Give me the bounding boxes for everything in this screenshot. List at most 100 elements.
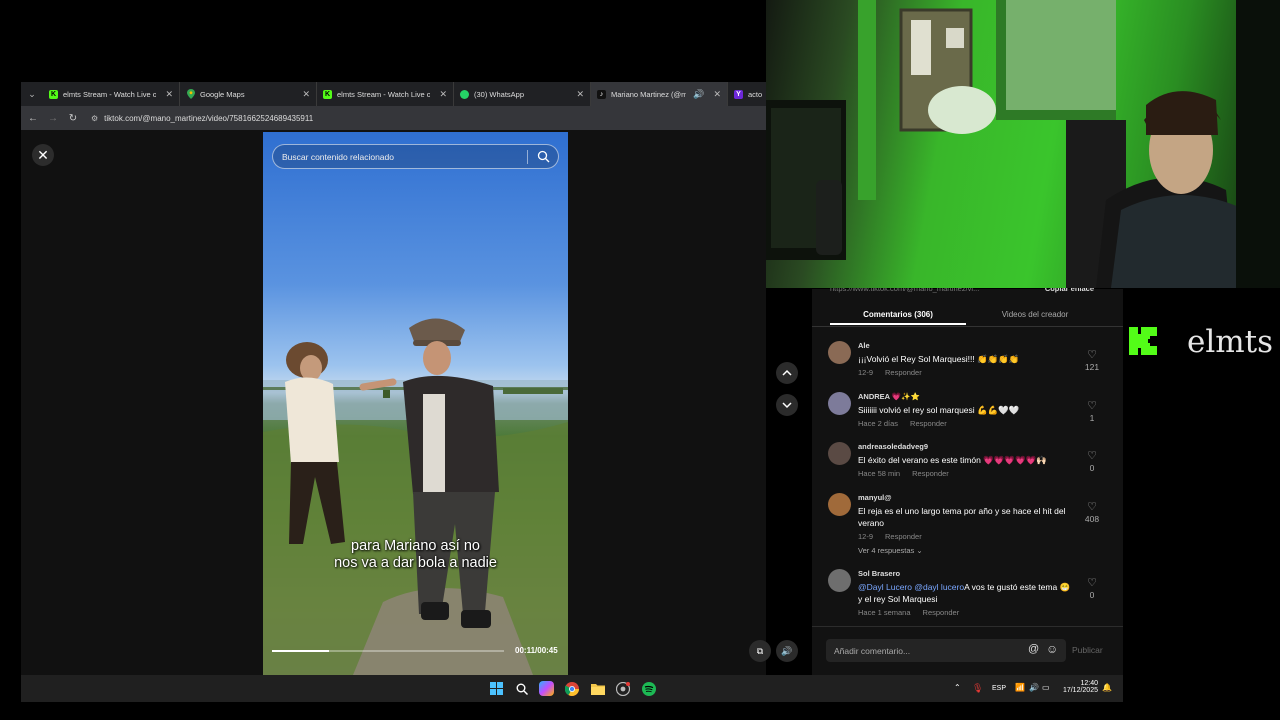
clock-time: 12:40	[1080, 680, 1098, 687]
comment-username[interactable]: Ale	[858, 341, 1073, 350]
video-player[interactable]	[263, 132, 568, 675]
wifi-icon[interactable]: 📶	[1015, 683, 1025, 692]
tab-elmts-stream-1[interactable]: K elmts Stream - Watch Live on K ✕	[43, 82, 180, 106]
whatsapp-favicon-icon	[460, 89, 469, 99]
tab-close-icon[interactable]: ✕	[439, 89, 447, 100]
avatar[interactable]	[828, 569, 851, 592]
like-count: 1	[1089, 413, 1095, 423]
tab-comments[interactable]: Comentarios (306)	[830, 305, 966, 325]
search-divider	[527, 150, 528, 164]
tab-close-icon[interactable]: ✕	[576, 89, 584, 100]
tab-close-icon[interactable]: ✕	[713, 89, 721, 100]
avatar[interactable]	[828, 392, 851, 415]
chevron-up-icon	[782, 369, 792, 376]
like-button[interactable]: ♡ 408	[1080, 502, 1104, 525]
emoji-icon[interactable]: ☺	[1046, 642, 1058, 656]
close-video-button[interactable]: ✕	[32, 144, 54, 166]
avatar[interactable]	[828, 442, 851, 465]
search-placeholder: Buscar contenido relacionado	[282, 151, 394, 162]
view-replies-link[interactable]: Ver 4 respuestas ⌄	[858, 546, 1073, 555]
next-video-button[interactable]	[776, 394, 798, 416]
reload-icon[interactable]: ↻	[63, 113, 83, 124]
notification-icon[interactable]: 🔔	[1102, 683, 1112, 692]
pip-icon: ⧉	[756, 645, 764, 656]
chevron-up-tray-icon[interactable]: ⌃	[954, 683, 961, 692]
search-icon[interactable]	[537, 150, 550, 165]
tab-actor[interactable]: Y actor a	[728, 82, 766, 106]
volume-icon: 🔊	[781, 645, 793, 656]
tab-google-maps[interactable]: Google Maps ✕	[180, 82, 317, 106]
avatar[interactable]	[828, 341, 851, 364]
copilot-icon[interactable]	[539, 681, 554, 696]
like-button[interactable]: ♡ 1	[1080, 401, 1104, 424]
picture-in-picture-button[interactable]: ⧉	[749, 640, 771, 662]
publish-button[interactable]: Publicar	[1072, 645, 1103, 655]
spotify-icon[interactable]	[641, 681, 656, 696]
video-progress-bar[interactable]	[272, 650, 504, 652]
comment-username[interactable]: ANDREA 💗✨⭐	[858, 392, 1073, 401]
chevron-down-icon	[782, 402, 792, 409]
volume-button[interactable]: 🔊	[776, 640, 798, 662]
avatar[interactable]	[828, 493, 851, 516]
like-count: 121	[1084, 362, 1100, 372]
url-field[interactable]: ⚙ tiktok.com/@mano_martinez/video/758166…	[91, 114, 313, 123]
video-subtitle: para Mariano así no nos va a dar bola a …	[263, 538, 568, 572]
file-explorer-icon[interactable]	[590, 681, 605, 696]
back-arrow-icon[interactable]: ←	[23, 113, 43, 124]
tab-creator-videos[interactable]: Videos del creador	[970, 305, 1100, 319]
comment-time: Hace 1 semana	[858, 608, 911, 617]
tab-close-icon[interactable]: ✕	[302, 89, 310, 100]
comment-time: Hace 2 días	[858, 419, 899, 428]
mention-icon[interactable]: @	[1028, 643, 1039, 655]
tab-whatsapp[interactable]: (30) WhatsApp ✕	[454, 82, 591, 106]
video-timecode: 00:11/00:45	[515, 646, 558, 655]
reply-button[interactable]: Responder	[912, 469, 949, 478]
chrome-alt-icon[interactable]	[615, 681, 630, 696]
tabs-divider	[812, 326, 1123, 327]
search-taskbar-icon[interactable]	[514, 681, 529, 696]
chrome-icon[interactable]	[564, 681, 579, 696]
forward-arrow-icon[interactable]: →	[43, 113, 63, 124]
microphone-icon[interactable]: 🎙	[972, 683, 983, 694]
comment-username[interactable]: Sol Brasero	[858, 569, 1073, 578]
comment-input-placeholder: Añadir comentario...	[834, 645, 911, 656]
comment-mention[interactable]: @Dayl Lucero @dayl lucero	[858, 582, 964, 592]
clock[interactable]: 12:40 17/12/2025	[1060, 680, 1098, 694]
webcam-scene	[766, 0, 1280, 288]
like-button[interactable]: ♡ 0	[1080, 578, 1104, 601]
kick-favicon-icon: K	[323, 89, 332, 99]
site-info-icon[interactable]: ⚙	[91, 114, 98, 123]
comment-username[interactable]: andreasoledadveg9	[858, 442, 1073, 451]
windows-start-icon[interactable]	[489, 681, 504, 696]
tab-tiktok-mariano[interactable]: ♪ Mariano Martinez (@mano 🔊 ✕	[591, 82, 728, 106]
tab-elmts-stream-2[interactable]: K elmts Stream - Watch Live on K ✕	[317, 82, 454, 106]
comment-text: El éxito del verano es este timón 💗💗💗💗💗🙌…	[858, 455, 1047, 465]
related-content-search[interactable]: Buscar contenido relacionado	[272, 144, 559, 169]
url-text[interactable]: tiktok.com/@mano_martinez/video/75816625…	[104, 114, 313, 123]
address-bar: ← → ↻ ⚙ tiktok.com/@mano_martinez/video/…	[21, 106, 766, 130]
tab-title: elmts Stream - Watch Live on K	[63, 89, 156, 99]
language-indicator[interactable]: ESP	[992, 685, 1006, 692]
heart-icon: ♡	[1087, 450, 1097, 462]
reply-button[interactable]: Responder	[923, 608, 960, 617]
comment-text: @Dayl Lucero @dayl luceroA vos te gustó …	[858, 581, 1073, 605]
volume-tray-icon[interactable]: 🔊	[1029, 683, 1039, 692]
heart-icon: ♡	[1087, 349, 1097, 361]
comment-username[interactable]: manyul@	[858, 493, 1073, 502]
like-count: 0	[1089, 590, 1095, 600]
reply-button[interactable]: Responder	[885, 532, 922, 541]
webcam-overlay	[766, 0, 1280, 288]
like-button[interactable]: ♡ 0	[1080, 450, 1104, 474]
previous-video-button[interactable]	[776, 362, 798, 384]
kick-favicon-icon: K	[49, 89, 58, 99]
speaker-icon[interactable]: 🔊	[693, 89, 704, 100]
battery-icon[interactable]: ▭	[1042, 683, 1050, 692]
comment-time: 12-9	[858, 368, 874, 377]
reply-button[interactable]: Responder	[885, 368, 922, 377]
like-button[interactable]: ♡ 121	[1080, 349, 1104, 373]
yahoo-favicon-icon: Y	[734, 89, 743, 99]
reply-button[interactable]: Responder	[910, 419, 947, 428]
tab-close-icon[interactable]: ✕	[165, 89, 173, 100]
comment-time: 12-9	[858, 532, 874, 541]
tab-search-dropdown[interactable]: ⌄	[21, 82, 43, 106]
